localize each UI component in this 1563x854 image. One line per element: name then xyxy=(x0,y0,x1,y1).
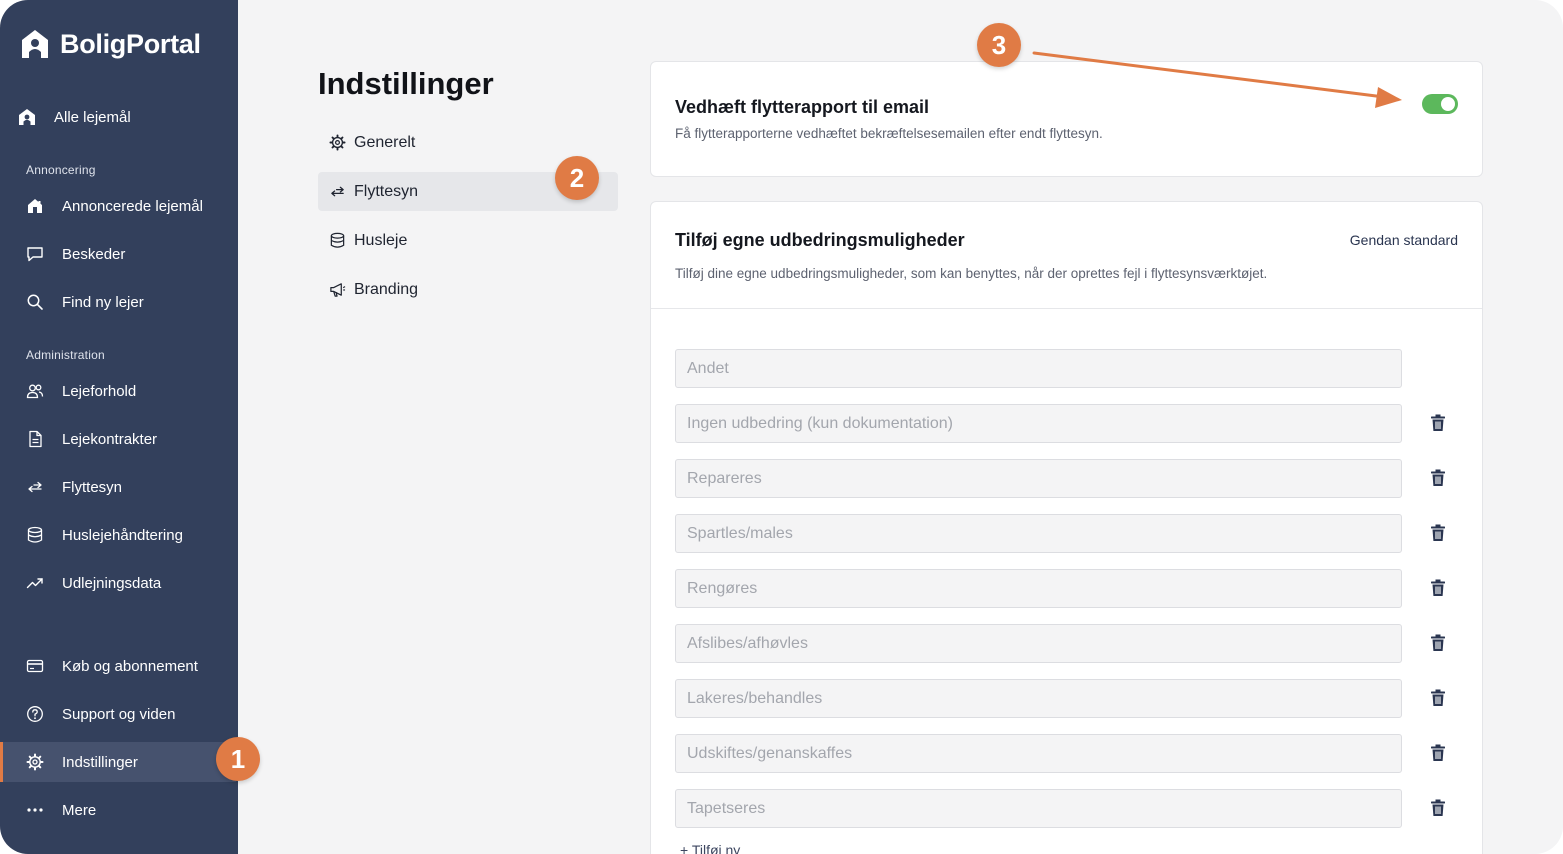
option-input[interactable] xyxy=(675,349,1402,388)
section-label-annoncering: Annoncering xyxy=(26,163,96,177)
settings-nav-husleje[interactable]: Husleje xyxy=(318,221,618,260)
gear-icon xyxy=(26,753,44,771)
option-input[interactable] xyxy=(675,514,1402,553)
sidebar-item-annoncerede-lejemaal[interactable]: Annoncerede lejemål xyxy=(0,186,238,226)
settings-nav-label: Branding xyxy=(354,280,419,298)
annotation-badge-3: 3 xyxy=(977,23,1021,67)
sidebar-item-support-og-viden[interactable]: Support og viden xyxy=(0,694,238,734)
sidebar-item-koeb-og-abonnement[interactable]: Køb og abonnement xyxy=(0,646,238,686)
house-logo-icon xyxy=(20,28,50,60)
option-input[interactable] xyxy=(675,789,1402,828)
trash-icon[interactable] xyxy=(1428,468,1448,488)
options-card-description: Tilføj dine egne udbedringsmuligheder, s… xyxy=(675,266,1268,281)
attach-report-toggle[interactable] xyxy=(1422,94,1458,114)
email-card-title: Vedhæft flytterapport til email xyxy=(675,97,930,117)
card-divider xyxy=(651,308,1482,309)
app-window: BoligPortal Alle lejemål Annoncering Ann… xyxy=(0,0,1563,854)
trash-icon[interactable] xyxy=(1428,688,1448,708)
settings-nav-label: Generelt xyxy=(354,133,416,151)
trend-icon xyxy=(26,574,44,592)
sidebar-item-label: Flyttesyn xyxy=(62,478,123,496)
sidebar-item-label: Beskeder xyxy=(62,245,126,263)
chat-bubble-icon xyxy=(26,245,44,263)
users-icon xyxy=(26,382,44,400)
trash-icon[interactable] xyxy=(1428,743,1448,763)
option-input[interactable] xyxy=(675,459,1402,498)
credit-card-icon xyxy=(26,657,44,675)
settings-nav-label: Husleje xyxy=(354,231,408,249)
add-option-button[interactable]: + Tilføj ny xyxy=(680,842,740,854)
sidebar-item-label: Mere xyxy=(62,801,97,819)
search-icon xyxy=(26,293,44,311)
gear-icon xyxy=(329,134,346,151)
brand-logo[interactable]: BoligPortal xyxy=(20,28,201,60)
sidebar-item-label: Indstillinger xyxy=(62,753,138,771)
sidebar-item-lejeforhold[interactable]: Lejeforhold xyxy=(0,371,238,411)
toggle-knob xyxy=(1441,97,1455,111)
trash-icon[interactable] xyxy=(1428,578,1448,598)
sidebar-item-beskeder[interactable]: Beskeder xyxy=(0,234,238,274)
brand-name: BoligPortal xyxy=(60,28,201,59)
settings-nav-branding[interactable]: Branding xyxy=(318,270,618,309)
option-input[interactable] xyxy=(675,734,1402,773)
sidebar-item-find-ny-lejer[interactable]: Find ny lejer xyxy=(0,282,238,322)
sidebar-item-label: Køb og abonnement xyxy=(62,657,198,675)
megaphone-icon xyxy=(329,281,346,298)
help-circle-icon xyxy=(26,705,44,723)
sidebar-item-label: Huslejehåndtering xyxy=(62,526,183,544)
settings-nav-label: Flyttesyn xyxy=(354,182,419,200)
sidebar-item-lejekontrakter[interactable]: Lejekontrakter xyxy=(0,419,238,459)
email-card-description: Få flytterapporterne vedhæftet bekræftel… xyxy=(675,126,1103,141)
sidebar-item-mere[interactable]: Mere xyxy=(0,790,238,830)
document-icon xyxy=(26,430,44,448)
option-input[interactable] xyxy=(675,404,1402,443)
annotation-badge-1: 1 xyxy=(216,737,260,781)
trash-icon[interactable] xyxy=(1428,523,1448,543)
sidebar-item-huslejehaandtering[interactable]: Huslejehåndtering xyxy=(0,515,238,555)
trash-icon[interactable] xyxy=(1428,798,1448,818)
sidebar-item-label: Support og viden xyxy=(62,705,176,723)
option-input[interactable] xyxy=(675,569,1402,608)
email-attachment-card: Vedhæft flytterapport til email Få flytt… xyxy=(650,61,1483,177)
option-input[interactable] xyxy=(675,624,1402,663)
options-card-title: Tilføj egne udbedringsmuligheder xyxy=(675,230,965,250)
sidebar-item-label: Find ny lejer xyxy=(62,293,144,311)
section-label-administration: Administration xyxy=(26,348,105,362)
sidebar-item-indstillinger[interactable]: Indstillinger xyxy=(0,742,236,782)
sidebar-item-label: Lejekontrakter xyxy=(62,430,158,448)
annotation-badge-2: 2 xyxy=(555,156,599,200)
trash-icon[interactable] xyxy=(1428,633,1448,653)
reset-default-button[interactable]: Gendan standard xyxy=(1350,232,1458,248)
database-icon xyxy=(26,526,44,544)
more-dots-icon xyxy=(26,801,44,819)
sidebar-item-alle-lejemaal[interactable]: Alle lejemål xyxy=(0,97,238,137)
swap-arrows-icon xyxy=(329,183,346,200)
sidebar-item-label: Lejeforhold xyxy=(62,382,137,400)
swap-arrows-icon xyxy=(26,478,44,496)
house-icon xyxy=(18,108,36,126)
sidebar-item-udlejningsdata[interactable]: Udlejningsdata xyxy=(0,563,238,603)
house-listing-icon xyxy=(26,197,44,215)
sidebar: BoligPortal Alle lejemål Annoncering Ann… xyxy=(0,0,238,854)
database-icon xyxy=(329,232,346,249)
sidebar-item-label: Annoncerede lejemål xyxy=(62,197,203,215)
option-input[interactable] xyxy=(675,679,1402,718)
sidebar-item-flyttesyn[interactable]: Flyttesyn xyxy=(0,467,238,507)
page-title: Indstillinger xyxy=(318,66,494,101)
trash-icon[interactable] xyxy=(1428,413,1448,433)
sidebar-item-label: Udlejningsdata xyxy=(62,574,162,592)
sidebar-item-label: Alle lejemål xyxy=(54,108,131,126)
